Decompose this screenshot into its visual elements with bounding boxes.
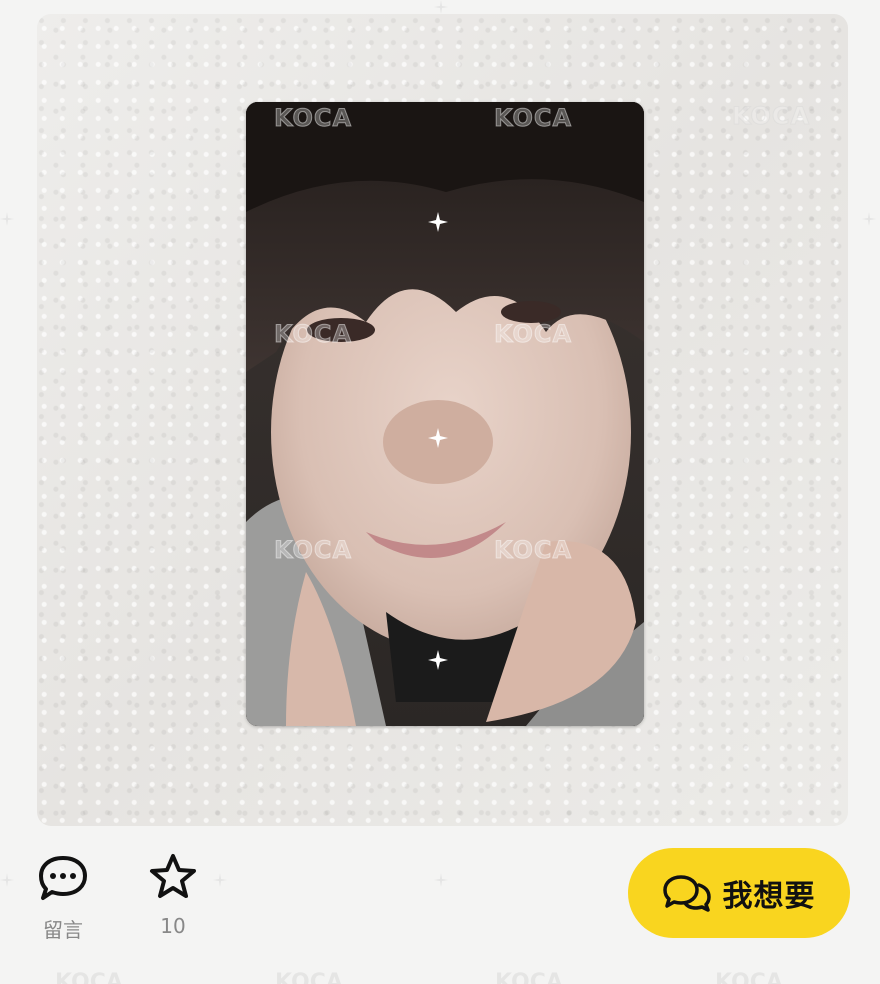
want-button[interactable]: 我想要 xyxy=(628,848,850,938)
chat-bubbles-icon xyxy=(662,875,711,912)
sparkle-icon xyxy=(434,0,448,14)
portrait-illustration xyxy=(246,102,644,726)
photocard-image: KOCA KOCA KOCA KOCA KOCA KOCA xyxy=(246,102,644,726)
comment-icon xyxy=(39,856,87,900)
action-bar: 留言 10 我想要 xyxy=(0,840,880,950)
favorite-button[interactable]: 10 xyxy=(148,852,198,938)
star-icon xyxy=(150,854,196,898)
watermark-text: KOCA xyxy=(731,102,811,131)
sparkle-icon xyxy=(862,212,876,226)
comment-label: 留言 xyxy=(43,918,83,942)
listing-page: KOCA KOCA KOCA KOCA KOCA KOCA KOCA 留言 10 xyxy=(0,0,880,984)
item-photo[interactable]: KOCA KOCA KOCA KOCA KOCA KOCA KOCA xyxy=(37,14,848,826)
favorite-count: 10 xyxy=(160,914,186,938)
watermark-text: KOCA xyxy=(495,970,563,984)
watermark-text: KOCA xyxy=(55,970,123,984)
want-button-label: 我想要 xyxy=(722,879,816,914)
comment-button[interactable]: 留言 xyxy=(37,854,89,943)
sparkle-icon xyxy=(0,212,14,226)
watermark-text: KOCA xyxy=(715,970,783,984)
watermark-text: KOCA xyxy=(275,970,343,984)
